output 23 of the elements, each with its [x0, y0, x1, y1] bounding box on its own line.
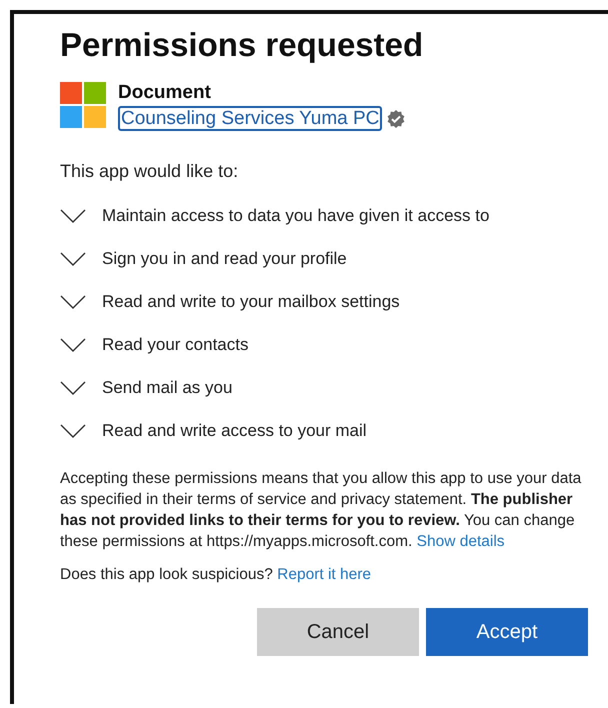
permission-item[interactable]: Read your contacts: [60, 323, 248, 366]
chevron-icon: [60, 424, 86, 438]
permission-item[interactable]: Read and write to your mailbox settings: [60, 280, 400, 323]
chevron-icon: [60, 338, 86, 352]
intro-text: This app would like to:: [60, 161, 240, 182]
chevron-icon: [60, 252, 86, 266]
dialog-title: Permissions requested: [60, 26, 424, 64]
chevron-icon: [60, 294, 86, 308]
permission-item[interactable]: Read and write access to your mail: [60, 409, 367, 452]
consent-text: Accepting these permissions means that you allow this app to use your data as specified in their terms of service and privacy statement. The publisher has not provided links to their terms for you to review. You can change these permissions at https://myapps.microsoft.com. Show details: [60, 469, 582, 552]
logo-icon: [60, 82, 106, 128]
permission-item[interactable]: Sign you in and read your profile: [60, 237, 347, 280]
chevron-icon: [60, 380, 86, 394]
show-details-link[interactable]: Show details: [416, 533, 505, 550]
publisher-link[interactable]: Counseling Services Yuma PC: [118, 106, 382, 131]
permission-item[interactable]: Maintain access to data you have given it access to: [60, 194, 490, 237]
chevron-icon: [60, 208, 86, 222]
report-link[interactable]: Report it here: [277, 566, 372, 583]
accept-button[interactable]: Accept: [426, 608, 588, 656]
permission-item[interactable]: Send mail as you: [60, 366, 232, 409]
app-name: Document: [118, 82, 212, 104]
cancel-button[interactable]: Cancel: [257, 608, 419, 656]
suspicious-text: Does this app look suspicious? Report it here: [60, 566, 372, 584]
